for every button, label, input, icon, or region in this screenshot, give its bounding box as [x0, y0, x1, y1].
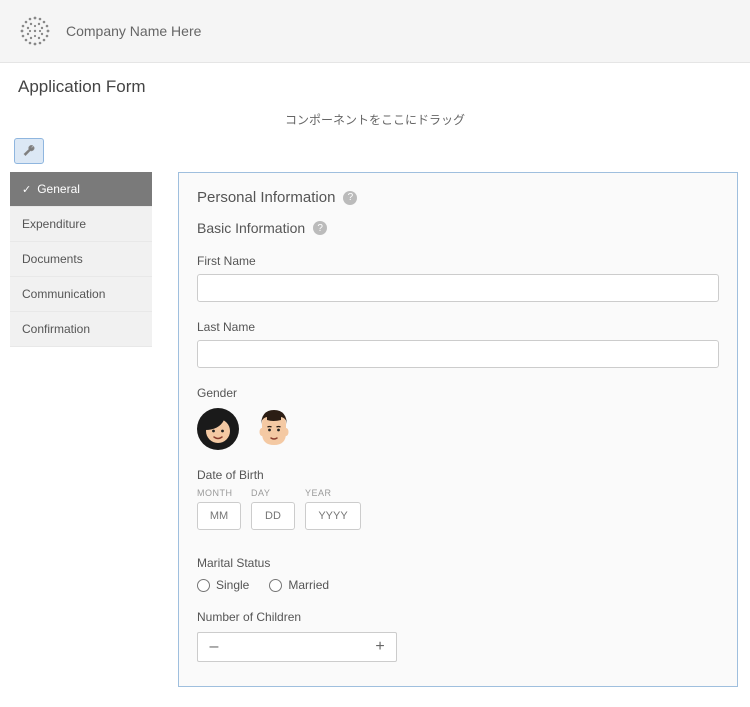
children-stepper: – + [197, 632, 397, 662]
wrench-tool-button[interactable] [14, 138, 44, 164]
dob-label: Date of Birth [197, 468, 719, 482]
sidebar-item-label: Expenditure [22, 217, 86, 231]
marital-label: Marital Status [197, 556, 719, 570]
sidebar-item-communication[interactable]: Communication [10, 277, 152, 312]
help-icon[interactable]: ? [313, 221, 327, 235]
dob-month-input[interactable] [197, 502, 241, 530]
gender-label: Gender [197, 386, 719, 400]
sidebar-item-confirmation[interactable]: Confirmation [10, 312, 152, 347]
sidebar-item-label: Communication [22, 287, 105, 301]
gender-option-female[interactable] [197, 408, 239, 450]
sidebar: ✓ General Expenditure Documents Communic… [10, 172, 152, 347]
sidebar-item-label: Confirmation [22, 322, 90, 336]
stepper-plus-button[interactable]: + [364, 633, 396, 661]
section-basic-info: Basic Information ? [197, 220, 719, 236]
children-label: Number of Children [197, 610, 719, 624]
marital-radio-married[interactable] [269, 579, 282, 592]
first-name-input[interactable] [197, 274, 719, 302]
dob-month-header: MONTH [197, 488, 241, 498]
page-title: Application Form [0, 63, 750, 105]
gender-option-male[interactable] [253, 408, 295, 450]
sidebar-item-expenditure[interactable]: Expenditure [10, 207, 152, 242]
marital-married-text: Married [288, 578, 329, 592]
last-name-label: Last Name [197, 320, 719, 334]
dob-year-header: YEAR [305, 488, 361, 498]
marital-option-married[interactable]: Married [269, 578, 329, 592]
dob-day-input[interactable] [251, 502, 295, 530]
avatar-male-icon [253, 408, 295, 450]
first-name-label: First Name [197, 254, 719, 268]
section-sub-text: Basic Information [197, 220, 305, 236]
company-name: Company Name Here [66, 23, 201, 39]
company-logo [18, 14, 52, 48]
dob-headers: MONTH DAY YEAR [197, 488, 719, 498]
dob-day-header: DAY [251, 488, 295, 498]
marital-option-single[interactable]: Single [197, 578, 249, 592]
check-icon: ✓ [22, 183, 31, 196]
wrench-icon [22, 144, 36, 158]
section-personal-info: Personal Information ? [197, 189, 719, 206]
stepper-minus-button[interactable]: – [198, 633, 230, 661]
avatar-female-icon [197, 408, 239, 450]
last-name-input[interactable] [197, 340, 719, 368]
sidebar-item-label: General [37, 182, 80, 196]
help-icon[interactable]: ? [343, 191, 357, 205]
marital-single-text: Single [216, 578, 249, 592]
marital-radio-single[interactable] [197, 579, 210, 592]
form-panel: Personal Information ? Basic Information… [178, 172, 738, 687]
sidebar-item-documents[interactable]: Documents [10, 242, 152, 277]
section-title-text: Personal Information [197, 189, 335, 206]
dob-year-input[interactable] [305, 502, 361, 530]
sidebar-item-label: Documents [22, 252, 83, 266]
drag-hint: コンポーネントをここにドラッグ [0, 105, 750, 138]
app-header: Company Name Here [0, 0, 750, 63]
sidebar-item-general[interactable]: ✓ General [10, 172, 152, 207]
